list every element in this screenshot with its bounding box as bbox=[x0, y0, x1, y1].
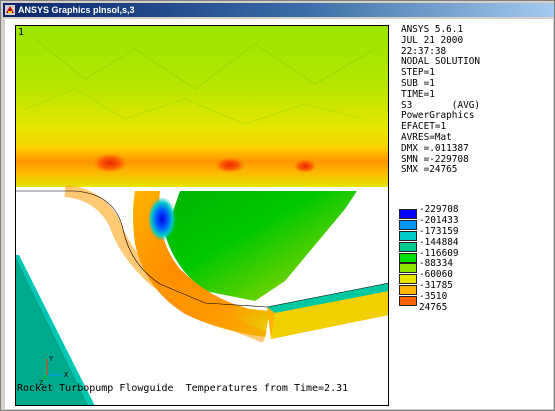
info-line: DMX =.011387 bbox=[401, 142, 469, 154]
legend-value: -116609 bbox=[419, 247, 459, 259]
legend-swatch bbox=[399, 285, 417, 296]
axis-triad-icon: X Y Z bbox=[39, 355, 69, 385]
legend-swatch bbox=[399, 219, 417, 230]
legend-swatch bbox=[399, 263, 417, 274]
legend-value: -88334 bbox=[419, 258, 453, 270]
ansys-app-icon bbox=[5, 5, 15, 15]
legend-value: -229708 bbox=[419, 204, 459, 215]
graphics-viewport[interactable]: 1 X Y Z Rocket Turbopump Flowguide Tempe… bbox=[5, 19, 553, 409]
legend-swatch bbox=[399, 252, 417, 263]
ansys-graphics-window: ANSYS Graphics plnsol,s,3 1 X Y Z Rocket… bbox=[0, 0, 555, 411]
solution-info: ANSYS 5.6.1 JUL 21 2000 22:37:38 NODAL SOLU… bbox=[401, 24, 480, 176]
legend-swatch bbox=[399, 296, 417, 307]
legend-swatch bbox=[399, 209, 417, 219]
legend-swatch bbox=[399, 230, 417, 241]
info-line: TIME=1 bbox=[401, 88, 435, 100]
hot-band-region bbox=[15, 147, 389, 187]
axis-x-label: X bbox=[64, 371, 69, 379]
legend-swatch bbox=[399, 241, 417, 252]
cold-spot bbox=[148, 197, 176, 241]
title-bar[interactable]: ANSYS Graphics plnsol,s,3 bbox=[3, 3, 554, 17]
window-title: ANSYS Graphics plnsol,s,3 bbox=[18, 5, 135, 15]
legend-swatch bbox=[399, 274, 417, 285]
legend-value: -173159 bbox=[419, 225, 459, 237]
hot-spot-mid bbox=[214, 157, 246, 173]
legend-end-value: 24765 bbox=[419, 302, 448, 314]
hot-spot-left bbox=[92, 153, 128, 173]
contour-plot[interactable] bbox=[5, 19, 393, 409]
plot-caption: Rocket Turbopump Flowguide Temperatures … bbox=[17, 383, 349, 394]
legend-value: -144884 bbox=[419, 236, 459, 248]
upper-housing-region bbox=[15, 25, 389, 155]
axis-y-label: Y bbox=[49, 355, 54, 363]
window-number: 1 bbox=[18, 27, 25, 38]
legend-value: -31785 bbox=[419, 280, 453, 292]
info-line: JUL 21 2000 bbox=[401, 34, 464, 46]
info-line: SMX =24765 bbox=[401, 164, 458, 176]
hot-spot-right bbox=[293, 159, 317, 173]
legend-value: -201433 bbox=[419, 214, 459, 226]
legend-value: -60060 bbox=[419, 269, 453, 281]
legend-value: -3510 bbox=[419, 291, 448, 303]
